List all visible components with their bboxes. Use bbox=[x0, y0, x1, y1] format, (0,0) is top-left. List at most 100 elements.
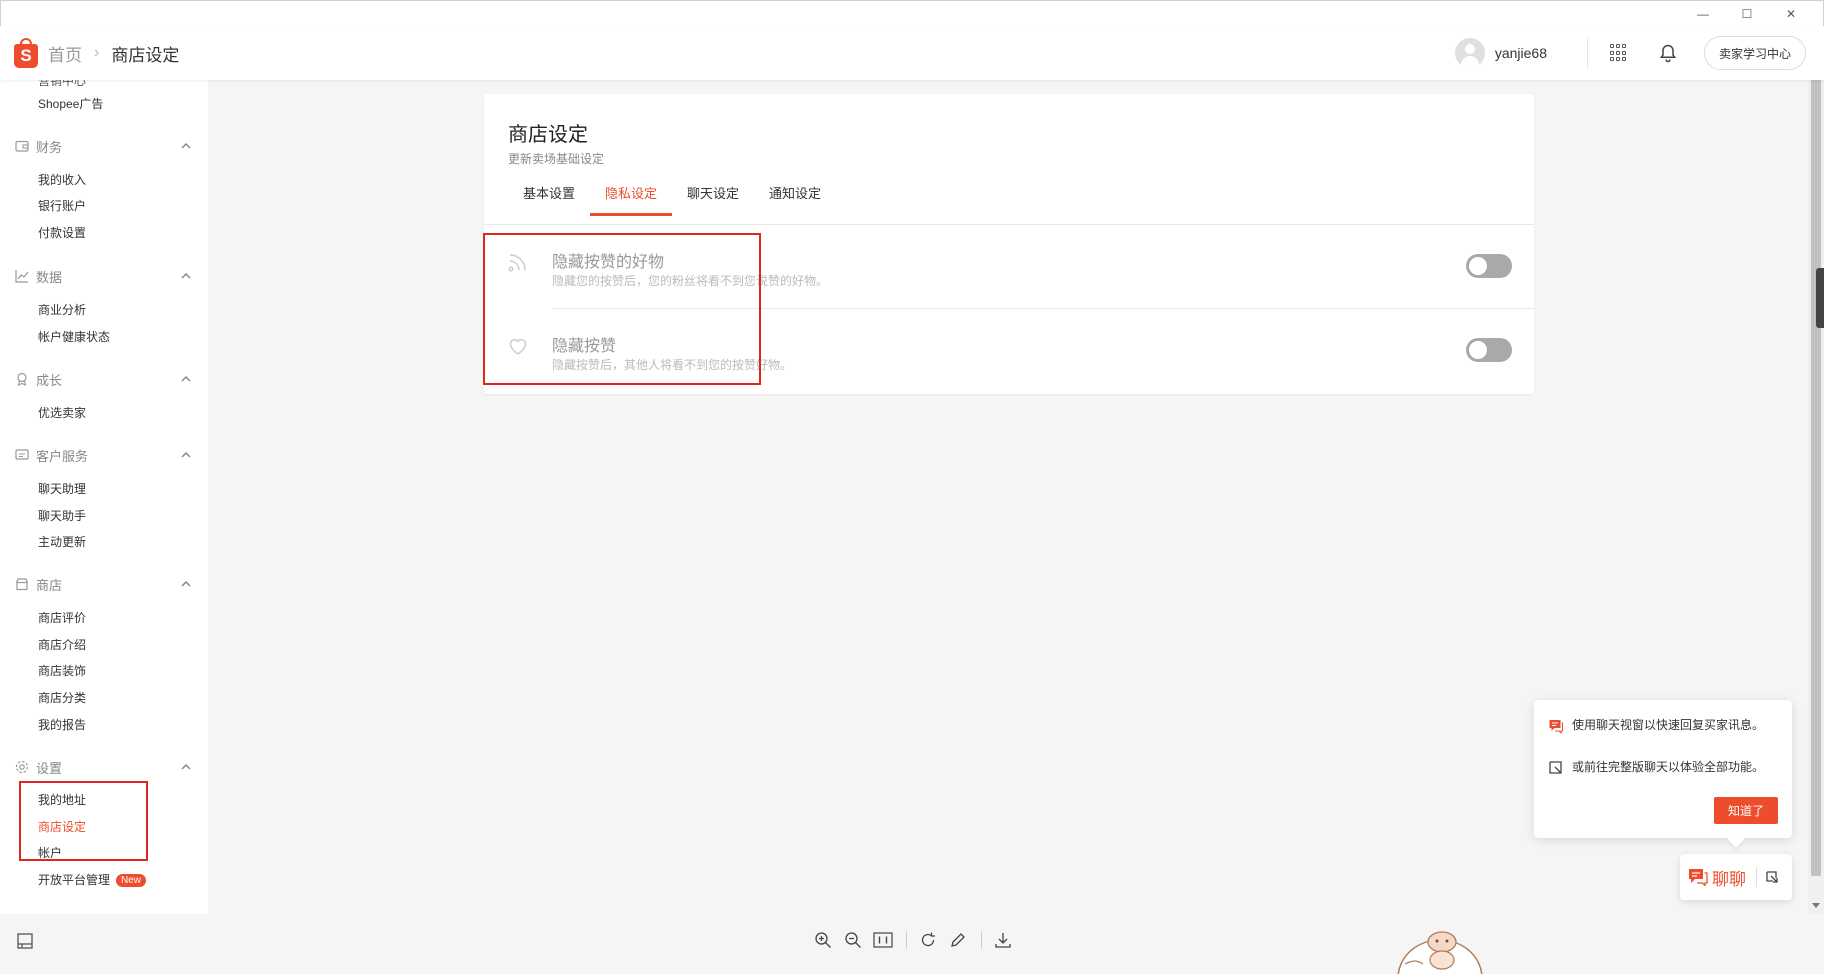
tab-privacy-settings[interactable]: 隐私设定 bbox=[590, 174, 673, 216]
panel-toggle-icon[interactable] bbox=[16, 932, 34, 950]
avatar[interactable] bbox=[1454, 38, 1485, 68]
tab-chat-settings[interactable]: 聊天设定 bbox=[672, 174, 754, 214]
tip-row-full-chat: 或前往完整版聊天以体验全部功能。 bbox=[1548, 760, 1782, 776]
chevron-up-icon bbox=[181, 375, 191, 382]
gear-icon bbox=[14, 759, 30, 775]
sidebar-group-customer-service[interactable]: 客户服务 bbox=[14, 445, 194, 465]
actual-size-icon[interactable] bbox=[872, 929, 894, 951]
vertical-scrollbar[interactable] bbox=[1808, 26, 1824, 914]
close-button[interactable]: ✕ bbox=[1769, 4, 1813, 24]
tab-basic-settings[interactable]: 基本设置 bbox=[508, 174, 590, 214]
sidebar: 营销中心 Shopee广告 财务 我的收入 银行账户 付款设置 数据 商业分析 … bbox=[0, 80, 208, 914]
feed-icon bbox=[508, 254, 526, 272]
apps-grid-icon[interactable] bbox=[1609, 44, 1628, 62]
heart-icon bbox=[509, 339, 527, 355]
sidebar-item-business-insights[interactable]: 商业分析 bbox=[38, 301, 86, 318]
breadcrumb: 首页 › 商店设定 bbox=[48, 41, 179, 66]
new-badge: New bbox=[116, 874, 147, 888]
sidebar-item-shop-decoration[interactable]: 商店装饰 bbox=[38, 662, 86, 679]
sidebar-item-marketing[interactable]: 营销中心 bbox=[38, 80, 86, 89]
setting-title: 隐藏按赞的好物 bbox=[552, 254, 665, 271]
chevron-up-icon bbox=[181, 272, 191, 279]
viewer-toolbar bbox=[812, 928, 1022, 952]
tip-got-it-button[interactable]: 知道了 bbox=[1713, 797, 1778, 824]
chevron-up-icon bbox=[181, 580, 191, 587]
chart-icon bbox=[14, 268, 30, 284]
breadcrumb-separator-icon: › bbox=[94, 44, 100, 61]
toolbar-divider bbox=[906, 931, 907, 949]
window-controls: — ☐ ✕ bbox=[1681, 4, 1813, 24]
chat-bubble-icon bbox=[1549, 720, 1563, 734]
sidebar-item-bank-account[interactable]: 银行账户 bbox=[38, 197, 86, 214]
sidebar-group-finance[interactable]: 财务 bbox=[14, 136, 194, 156]
sidebar-item-proactive-update[interactable]: 主动更新 bbox=[38, 533, 86, 550]
shopee-logo-icon[interactable]: S bbox=[14, 38, 40, 68]
sidebar-item-payment-settings[interactable]: 付款设置 bbox=[38, 224, 86, 241]
hide-likes-toggle[interactable] bbox=[1466, 338, 1512, 362]
chat-divider bbox=[1756, 867, 1757, 887]
service-icon bbox=[14, 447, 30, 463]
scroll-down-icon[interactable] bbox=[1812, 903, 1820, 908]
chevron-up-icon bbox=[181, 451, 191, 458]
sidebar-item-account-health[interactable]: 帐户健康状态 bbox=[38, 328, 110, 345]
setting-description: 隐藏按赞后，其他人将看不到您的按赞好物。 bbox=[552, 358, 793, 372]
sidebar-item-preferred-seller[interactable]: 优选卖家 bbox=[38, 404, 86, 421]
settings-tabs: 基本设置 隐私设定 聊天设定 通知设定 bbox=[508, 174, 836, 216]
zoom-in-icon[interactable] bbox=[812, 929, 834, 951]
setting-description: 隐藏您的按赞后，您的粉丝将看不到您说赞的好物。 bbox=[552, 274, 829, 288]
sidebar-group-shop[interactable]: 商店 bbox=[14, 574, 194, 594]
setting-title: 隐藏按赞 bbox=[552, 338, 617, 355]
shop-icon bbox=[14, 576, 30, 592]
hide-liked-items-toggle[interactable] bbox=[1466, 254, 1512, 278]
mascot-illustration bbox=[1397, 931, 1483, 974]
top-header: S 首页 › 商店设定 yanjie68 卖家学习中心 bbox=[0, 26, 1824, 80]
minimize-button[interactable]: — bbox=[1681, 4, 1725, 24]
seller-learning-center-button[interactable]: 卖家学习中心 bbox=[1703, 36, 1806, 70]
sidebar-item-open-platform-label: 开放平台管理 bbox=[38, 873, 111, 887]
zoom-out-icon[interactable] bbox=[842, 929, 864, 951]
bell-icon[interactable] bbox=[1658, 43, 1678, 63]
tab-notification-settings[interactable]: 通知设定 bbox=[754, 174, 836, 214]
sidebar-item-shopee-ads[interactable]: Shopee广告 bbox=[38, 95, 103, 112]
wallet-icon bbox=[14, 138, 30, 154]
sidebar-item-account[interactable]: 帐户 bbox=[38, 844, 62, 861]
shop-settings-card: 商店设定 更新卖场基础设定 基本设置 隐私设定 聊天设定 通知设定 隐藏按赞的好… bbox=[484, 94, 1534, 394]
chevron-up-icon bbox=[181, 763, 191, 770]
breadcrumb-current: 商店设定 bbox=[111, 45, 180, 65]
window-titlebar: — ☐ ✕ bbox=[0, 0, 1824, 26]
chat-button[interactable]: 聊聊 bbox=[1680, 854, 1792, 900]
sidebar-item-chat-helper[interactable]: 聊天助手 bbox=[38, 507, 86, 524]
download-icon[interactable] bbox=[992, 929, 1014, 951]
rotate-icon[interactable] bbox=[917, 929, 939, 951]
username-label[interactable]: yanjie68 bbox=[1495, 45, 1547, 61]
edit-pencil-icon[interactable] bbox=[947, 929, 969, 951]
chevron-up-icon bbox=[181, 142, 191, 149]
sidebar-group-growth[interactable]: 成长 bbox=[14, 369, 194, 389]
sidebar-item-my-address[interactable]: 我的地址 bbox=[38, 791, 86, 808]
chat-tip-popup: 使用聊天视窗以快速回复买家讯息。 或前往完整版聊天以体验全部功能。 知道了 bbox=[1534, 700, 1792, 838]
sidebar-item-shop-settings[interactable]: 商店设定 bbox=[38, 818, 86, 835]
maximize-button[interactable]: ☐ bbox=[1725, 4, 1769, 24]
page-subtitle: 更新卖场基础设定 bbox=[508, 152, 605, 166]
external-window-icon bbox=[1549, 761, 1562, 774]
sidebar-item-shop-profile[interactable]: 商店介绍 bbox=[38, 636, 86, 653]
toolbar-divider bbox=[981, 931, 982, 949]
sidebar-group-data[interactable]: 数据 bbox=[14, 266, 194, 286]
sidebar-item-open-platform[interactable]: 开放平台管理 New bbox=[38, 871, 147, 888]
sidebar-group-settings[interactable]: 设置 bbox=[14, 757, 194, 777]
setting-row-hide-likes: 隐藏按赞 隐藏按赞后，其他人将看不到您的按赞好物。 bbox=[484, 308, 1534, 392]
breadcrumb-home-link[interactable]: 首页 bbox=[48, 41, 82, 66]
scrollbar-thumb[interactable] bbox=[1811, 50, 1821, 876]
open-full-chat-icon[interactable] bbox=[1765, 870, 1779, 884]
sidebar-item-my-reports[interactable]: 我的报告 bbox=[38, 716, 86, 733]
side-panel-tab[interactable] bbox=[1816, 268, 1824, 328]
sidebar-item-shop-category[interactable]: 商店分类 bbox=[38, 689, 86, 706]
page-title: 商店设定 bbox=[508, 124, 588, 146]
sidebar-item-shop-rating[interactable]: 商店评价 bbox=[38, 609, 86, 626]
sidebar-item-my-income[interactable]: 我的收入 bbox=[38, 171, 86, 188]
chat-bubble-icon bbox=[1689, 869, 1708, 886]
header-actions: yanjie68 卖家学习中心 bbox=[1454, 26, 1806, 80]
header-divider bbox=[1586, 38, 1588, 68]
badge-icon bbox=[14, 371, 30, 387]
sidebar-item-chat-assistant[interactable]: 聊天助理 bbox=[38, 480, 86, 497]
